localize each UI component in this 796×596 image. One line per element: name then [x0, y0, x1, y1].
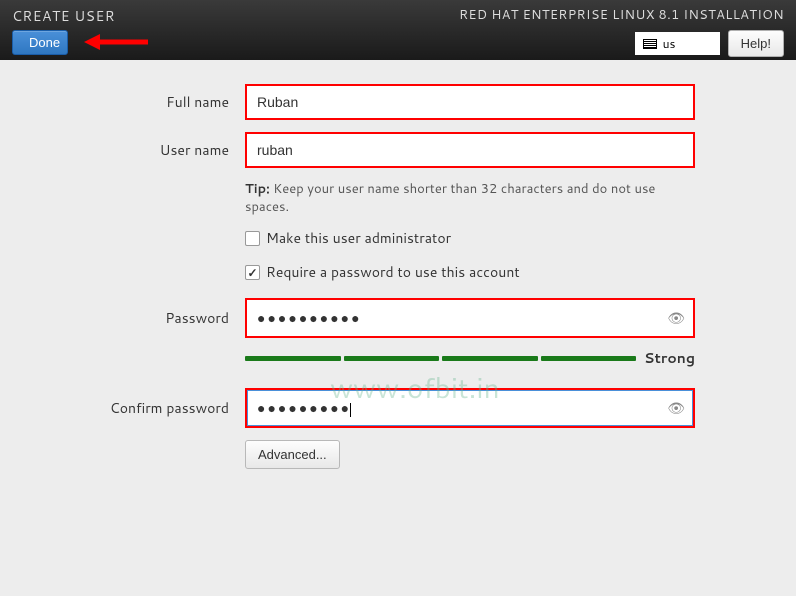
password-input[interactable]: ●●●●●●●●●●: [245, 298, 695, 338]
product-title: RED HAT ENTERPRISE LINUX 8.1 INSTALLATIO…: [459, 6, 784, 24]
keyboard-layout-label: us: [663, 35, 676, 52]
done-button[interactable]: Done: [12, 30, 68, 55]
user-name-label: User name: [0, 140, 245, 160]
password-label: Password: [0, 308, 245, 328]
confirm-password-visibility-icon[interactable]: 👁: [667, 398, 685, 418]
password-strength-meter: Strong: [245, 348, 695, 368]
confirm-password-input[interactable]: ●●●●●●●●●: [245, 388, 695, 428]
password-strength-label: Strong: [644, 348, 695, 368]
require-password-label: Require a password to use this account: [266, 262, 520, 282]
user-name-input[interactable]: [245, 132, 695, 168]
help-button[interactable]: Help!: [728, 30, 784, 57]
admin-checkbox-label: Make this user administrator: [266, 228, 451, 248]
full-name-input[interactable]: [245, 84, 695, 120]
advanced-button[interactable]: Advanced...: [245, 440, 340, 469]
admin-checkbox[interactable]: [245, 231, 260, 246]
keyboard-icon: [643, 39, 657, 49]
password-visibility-icon[interactable]: 👁: [667, 308, 685, 328]
annotation-arrow-icon: [84, 32, 148, 52]
confirm-password-label: Confirm password: [0, 398, 245, 418]
keyboard-layout-selector[interactable]: us: [635, 32, 720, 55]
page-title: CREATE USER: [12, 6, 115, 26]
form-area: Full name User name Tip: Keep your user …: [0, 60, 796, 469]
require-password-checkbox[interactable]: [245, 265, 260, 280]
full-name-label: Full name: [0, 92, 245, 112]
username-tip: Tip: Keep your user name shorter than 32…: [245, 180, 695, 216]
